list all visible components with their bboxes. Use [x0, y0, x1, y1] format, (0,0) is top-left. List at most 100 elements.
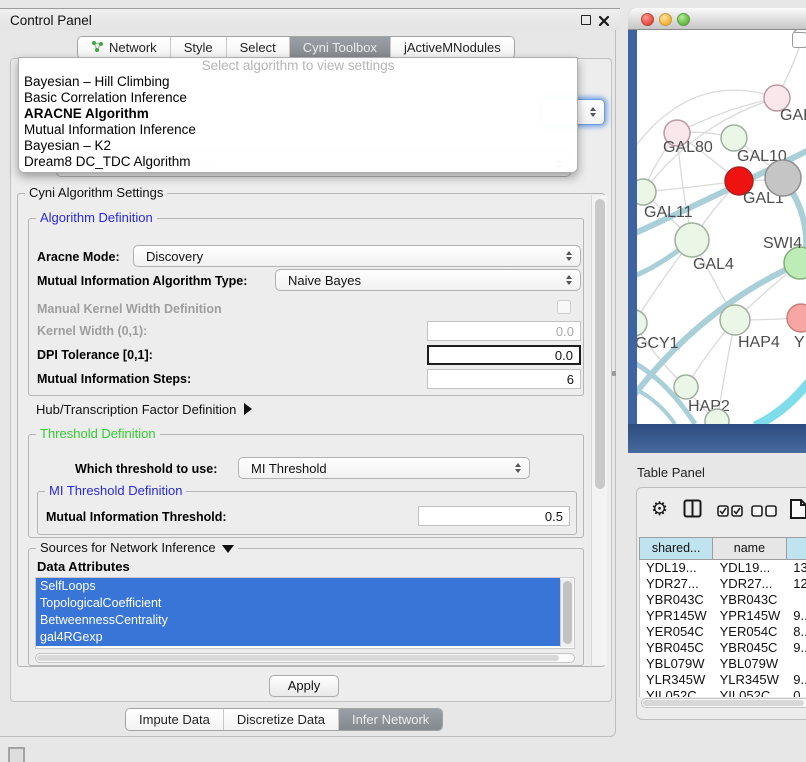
- network-node[interactable]: [765, 160, 801, 196]
- new-column-icon[interactable]: [789, 498, 806, 525]
- column-header-shared[interactable]: shared...: [640, 538, 713, 559]
- bottom-tab-infer-network[interactable]: Infer Network: [338, 709, 442, 730]
- table-row[interactable]: YLR345WYLR345W9...: [640, 672, 806, 688]
- hide-columns-icon[interactable]: [751, 504, 777, 522]
- sources-collapse-toggle[interactable]: Sources for Network Inference: [36, 541, 238, 555]
- table-row[interactable]: YBL079WYBL079W: [640, 656, 806, 672]
- algorithm-option-bayesian-hill-climbing[interactable]: Bayesian – Hill Climbing: [19, 74, 577, 90]
- table-horizontal-scrollbar[interactable]: [641, 698, 806, 708]
- table-row[interactable]: YBR045CYBR045C9...: [640, 640, 806, 656]
- data-attributes-list[interactable]: SelfLoopsTopologicalCoefficientBetweenne…: [35, 577, 575, 649]
- algorithm-option-dream8-dc-tdc-algorithm[interactable]: Dream8 DC_TDC Algorithm: [19, 154, 577, 170]
- bottom-tab-discretize-data[interactable]: Discretize Data: [223, 709, 338, 730]
- sources-for-network-inference-group: Sources for Network Inference Data Attri…: [28, 548, 584, 666]
- node-label: GAL11: [644, 204, 693, 221]
- which-threshold-combobox[interactable]: MI Threshold: [238, 457, 530, 479]
- mi-algorithm-type-combobox[interactable]: Naive Bayes: [275, 269, 581, 291]
- network-node-gal4[interactable]: [675, 223, 709, 257]
- column-header-2[interactable]: [787, 538, 806, 559]
- network-node-hap2[interactable]: [674, 375, 698, 399]
- tab-jactivemnodules[interactable]: jActiveMNodules: [390, 37, 514, 58]
- settings-vertical-scrollbar[interactable]: [591, 195, 607, 665]
- table-cell: YBL079W: [714, 656, 788, 672]
- attribute-item-topologicalcoefficient[interactable]: TopologicalCoefficient: [36, 595, 560, 612]
- split-pane-grip[interactable]: [612, 371, 616, 376]
- algorithm-dropdown-popup: Select algorithm to view settingsBayesia…: [18, 57, 578, 173]
- node-label: SWI4: [763, 235, 802, 252]
- manual-kernel-checkbox[interactable]: [557, 300, 571, 314]
- table-row[interactable]: YER054CYER054C8...: [640, 624, 806, 640]
- zoom-window-icon[interactable]: [677, 13, 690, 26]
- gear-icon[interactable]: ⚙: [651, 500, 668, 519]
- attribute-item-gal4rgexp[interactable]: gal4RGexp: [36, 629, 560, 646]
- close-window-icon[interactable]: [641, 13, 654, 26]
- table-cell: [787, 592, 806, 608]
- network-node-gcy1[interactable]: [637, 310, 647, 336]
- network-window-titlebar[interactable]: [628, 8, 806, 30]
- tab-cyni-toolbox[interactable]: Cyni Toolbox: [289, 37, 390, 58]
- attribute-item-selfloops[interactable]: SelfLoops: [36, 578, 560, 595]
- tab-style[interactable]: Style: [170, 37, 226, 58]
- scrollbar-thumb[interactable]: [563, 581, 572, 644]
- group-title: MI Threshold Definition: [45, 484, 186, 498]
- mi-steps-field[interactable]: [427, 369, 581, 389]
- minimize-window-icon[interactable]: [659, 13, 672, 26]
- collapse-down-icon[interactable]: [222, 545, 234, 553]
- tab-label: jActiveMNodules: [404, 40, 501, 55]
- table-cell: YDR27...: [640, 576, 714, 592]
- node-table: shared...name YDL19...YDL19...13...YDR27…: [639, 537, 806, 697]
- table-row[interactable]: YPR145WYPR145W9...: [640, 608, 806, 624]
- network-node-gal11[interactable]: [637, 179, 656, 205]
- tab-network[interactable]: Network: [78, 37, 170, 58]
- tab-select[interactable]: Select: [226, 37, 289, 58]
- attribute-item-betweennesscentrality[interactable]: BetweennessCentrality: [36, 612, 560, 629]
- dropdown-prompt: Select algorithm to view settings: [19, 58, 577, 74]
- split-columns-icon[interactable]: [683, 499, 702, 523]
- table-cell: 12...: [787, 576, 806, 592]
- float-panel-icon[interactable]: [581, 15, 591, 25]
- algorithm-option-basic-correlation-inference[interactable]: Basic Correlation Inference: [19, 90, 577, 106]
- close-panel-icon[interactable]: [598, 14, 610, 26]
- scrollbar-thumb[interactable]: [643, 700, 804, 706]
- tab-label: Select: [240, 40, 276, 55]
- list-vertical-scrollbar[interactable]: [560, 579, 573, 647]
- network-node-y[interactable]: [787, 304, 806, 332]
- hub-transcription-factor-expander[interactable]: Hub/Transcription Factor Definition: [36, 402, 252, 417]
- table-cell: YDL19...: [714, 560, 788, 576]
- column-header-name[interactable]: name: [713, 538, 786, 559]
- table-row[interactable]: YBR043CYBR043C: [640, 592, 806, 608]
- list-horizontal-scrollbar[interactable]: [35, 653, 575, 663]
- tab-label: Network: [109, 40, 157, 55]
- scrollbar-thumb[interactable]: [37, 655, 559, 661]
- network-edge[interactable]: [755, 382, 806, 424]
- aracne-mode-combobox[interactable]: Discovery: [133, 245, 581, 267]
- table-row[interactable]: YDR27...YDR27...12...: [640, 576, 806, 592]
- algorithm-option-aracne-algorithm[interactable]: ARACNE Algorithm: [19, 106, 577, 122]
- stepper-arrows-icon: [515, 463, 521, 473]
- group-title: Threshold Definition: [36, 427, 160, 441]
- mi-threshold-field[interactable]: [418, 506, 570, 526]
- algorithm-option-mutual-information-inference[interactable]: Mutual Information Inference: [19, 122, 577, 138]
- dpi-tolerance-field[interactable]: [427, 345, 581, 365]
- kernel-width-field[interactable]: [427, 321, 581, 341]
- network-graph[interactable]: GALGAL80GAL10GAL1GAL11GAL4SWI4GCY1HAP4YH…: [637, 30, 806, 424]
- aracne-mode-label: Aracne Mode:: [37, 250, 120, 264]
- algorithm-option-bayesian-k2[interactable]: Bayesian – K2: [19, 138, 577, 154]
- bottom-tab-impute-data[interactable]: Impute Data: [126, 709, 223, 730]
- show-columns-icon[interactable]: [717, 504, 743, 522]
- apply-button[interactable]: Apply: [269, 675, 339, 697]
- scrollbar-thumb[interactable]: [595, 199, 605, 489]
- node-label: GAL4: [693, 256, 734, 273]
- minimized-panel-icon[interactable]: [8, 747, 25, 762]
- bottom-tab-label: Infer Network: [352, 712, 429, 727]
- table-row[interactable]: YDL19...YDL19...13...: [640, 560, 806, 576]
- table-row[interactable]: YIL052CYIL052C0...: [640, 688, 806, 697]
- expand-right-icon[interactable]: [244, 403, 252, 415]
- node-label: Y: [794, 334, 805, 351]
- birdseye-view-button[interactable]: [792, 32, 806, 48]
- network-canvas[interactable]: GALGAL80GAL10GAL1GAL11GAL4SWI4GCY1HAP4YH…: [637, 30, 806, 424]
- table-cell: YBR045C: [714, 640, 788, 656]
- mi-steps-label: Mutual Information Steps:: [37, 372, 191, 386]
- screen: Control Panel NetworkStyleSelectCyni Too…: [0, 0, 806, 762]
- network-node-hap4[interactable]: [720, 305, 750, 335]
